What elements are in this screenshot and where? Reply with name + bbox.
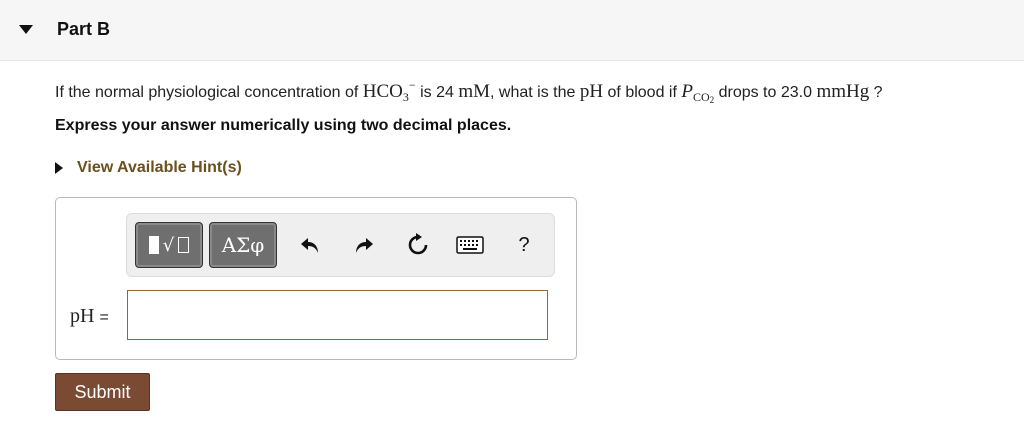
- answer-label: pH =: [70, 305, 109, 328]
- question-segment: is 24: [415, 84, 459, 101]
- ph-term: pH: [579, 81, 604, 102]
- submit-button[interactable]: Submit: [55, 373, 150, 411]
- question-segment: , what is the: [490, 84, 580, 101]
- collapse-caret-icon[interactable]: [19, 25, 33, 34]
- symbols-button[interactable]: ΑΣφ: [209, 222, 277, 268]
- pressure-unit: mmHg: [816, 81, 870, 102]
- part-header[interactable]: Part B: [0, 0, 1024, 61]
- math-toolbar: √ ΑΣφ ?: [126, 213, 555, 277]
- question-text: If the normal physiological concentratio…: [55, 78, 883, 105]
- instruction-text: Express your answer numerically using tw…: [55, 117, 512, 134]
- reset-icon[interactable]: [405, 232, 431, 258]
- bicarbonate-formula: HCO3−: [362, 78, 416, 104]
- expand-caret-icon: [55, 162, 63, 174]
- keyboard-icon[interactable]: [455, 232, 485, 258]
- answer-variable: pH: [70, 305, 95, 327]
- view-hints-link[interactable]: View Available Hint(s): [55, 158, 242, 178]
- templates-icon: [148, 236, 159, 254]
- ph-answer-input[interactable]: [127, 290, 548, 340]
- question-segment: drops to 23.0: [714, 84, 817, 101]
- hint-label: View Available Hint(s): [77, 159, 242, 176]
- help-icon[interactable]: ?: [511, 232, 537, 258]
- answer-panel: √ ΑΣφ ? pH =: [55, 197, 577, 360]
- undo-icon[interactable]: [297, 232, 323, 258]
- redo-icon[interactable]: [351, 232, 377, 258]
- pco2-term: PCO2: [681, 81, 715, 105]
- templates-button[interactable]: √: [135, 222, 203, 268]
- question-segment: ?: [869, 84, 883, 101]
- concentration-unit: mM: [458, 81, 491, 102]
- equals-sign: =: [99, 309, 109, 326]
- question-segment: of blood if: [603, 84, 682, 101]
- part-title: Part B: [57, 19, 111, 39]
- question-segment: If the normal physiological concentratio…: [55, 84, 363, 101]
